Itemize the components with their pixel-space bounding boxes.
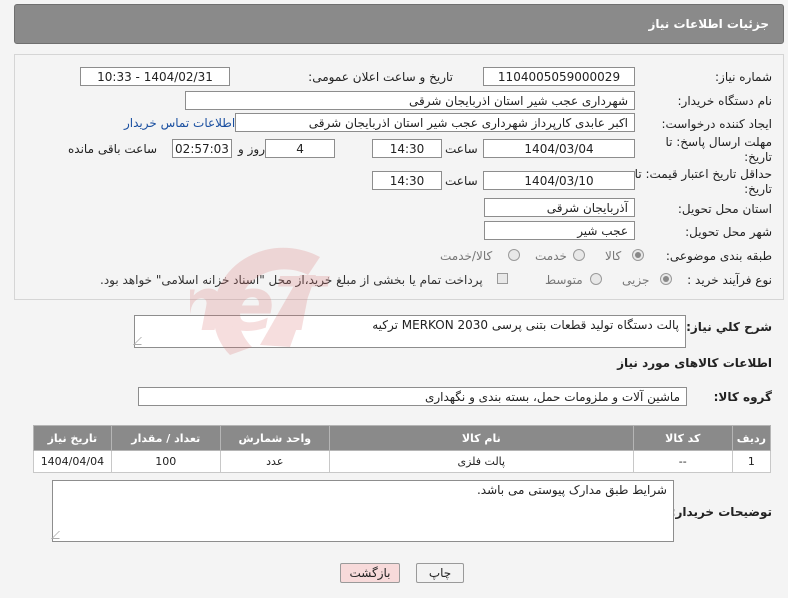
cell-unit: عدد [219, 450, 330, 473]
city-field: عجب شیر [484, 221, 635, 240]
cell-date: 1404/04/04 [33, 450, 112, 473]
validity-date-field: 1404/03/10 [483, 171, 635, 190]
page-title: جزئیات اطلاعات نیاز [648, 17, 769, 31]
announce-label: تاریخ و ساعت اعلان عمومی: [308, 70, 453, 84]
validity-label: حداقل تاریخ اعتبار قیمت: تا تاریخ: [634, 167, 772, 196]
goods-group-field: ماشین آلات و ملزومات حمل، بسته بندی و نگ… [138, 387, 687, 406]
province-field: آذربایجان شرقی [484, 198, 635, 217]
buyer-notes-textarea[interactable]: شرایط طبق مدارک پیوستی می باشد. [51, 480, 674, 542]
goods-group-label: گروه کالا: [713, 390, 772, 404]
col-unit: واحد شمارش [219, 425, 330, 451]
goods-table-header: ردیف کد کالا نام کالا واحد شمارش تعداد /… [33, 425, 772, 451]
col-code: کد کالا [632, 425, 733, 451]
col-name: نام کالا [328, 425, 634, 451]
col-qty: تعداد / مقدار [110, 425, 221, 451]
col-date: تاریخ نیاز [33, 425, 112, 451]
remaining-time-label: ساعت باقی مانده [68, 142, 158, 156]
description-label: شرح کلي نياز: [686, 320, 772, 334]
cell-qty: 100 [110, 450, 221, 473]
city-label: شهر محل تحویل: [685, 225, 772, 239]
buyer-contact-link[interactable]: اطلاعات تماس خریدار [124, 116, 235, 130]
category-both-radio[interactable] [508, 249, 520, 261]
back-button[interactable]: بازگشت [340, 563, 400, 583]
table-row: 1 -- پالت فلزی عدد 100 1404/04/04 [33, 450, 772, 473]
cell-name: پالت فلزی [328, 450, 634, 473]
description-textarea[interactable]: پالت دستگاه تولید قطعات بتنی پرسی MERKON… [133, 315, 686, 348]
process-medium-radio[interactable] [590, 273, 602, 285]
goods-table: ردیف کد کالا نام کالا واحد شمارش تعداد /… [33, 425, 772, 473]
buyer-notes-text: شرایط طبق مدارک پیوستی می باشد. [476, 483, 667, 497]
cell-row: 1 [731, 450, 772, 473]
validity-time-field: 14:30 [372, 171, 442, 190]
description-text: پالت دستگاه تولید قطعات بتنی پرسی MERKON… [372, 318, 679, 332]
creator-field: اکبر عابدی کارپرداز شهرداری عجب شیر استا… [235, 113, 635, 132]
goods-section-title: اطلاعات کالاهای مورد نیاز [617, 356, 772, 370]
process-medium-label: متوسط [545, 273, 583, 287]
buyer-org-label: نام دستگاه خریدار: [677, 94, 773, 108]
deadline-label: مهلت ارسال پاسخ: تا تاریخ: [665, 135, 772, 164]
resize-grip[interactable] [51, 531, 67, 539]
deadline-time-field: 14:30 [372, 139, 442, 158]
province-label: استان محل تحویل: [677, 202, 772, 216]
deadline-time-label: ساعت [445, 142, 478, 156]
buyer-org-field: شهرداری عجب شیر استان اذربایجان شرقی [185, 91, 635, 110]
category-service-label: خدمت [535, 249, 567, 263]
process-minor-label: جزیی [622, 273, 650, 287]
remaining-time-field: 02:57:03 [172, 139, 232, 158]
treasury-payment-note: پرداخت تمام یا بخشی از مبلغ خرید،از محل … [100, 273, 483, 287]
need-number-field: 1104005059000029 [483, 67, 635, 86]
deadline-date-field: 1404/03/04 [483, 139, 635, 158]
page-header: جزئیات اطلاعات نیاز [14, 4, 784, 44]
category-label: طبقه بندی موضوعی: [665, 249, 772, 263]
creator-label: ایجاد کننده درخواست: [661, 117, 772, 131]
days-label: روز و [238, 142, 265, 156]
process-minor-radio[interactable] [660, 273, 672, 285]
resize-grip[interactable] [133, 337, 149, 345]
validity-time-label: ساعت [445, 174, 478, 188]
buyer-notes-label: توضیحات خریدار: [670, 505, 772, 519]
category-goods-label: کالا [605, 249, 622, 263]
cell-code: -- [632, 450, 733, 473]
announce-field: 1404/02/31 - 10:33 [80, 67, 230, 86]
print-button[interactable]: چاپ [416, 563, 464, 583]
col-row: ردیف [731, 425, 772, 451]
category-both-label: کالا/خدمت [440, 249, 493, 263]
category-goods-radio[interactable] [632, 249, 644, 261]
treasury-payment-checkbox[interactable] [497, 273, 508, 284]
days-remaining-field: 4 [265, 139, 335, 158]
need-number-label: شماره نیاز: [715, 70, 772, 84]
category-service-radio[interactable] [573, 249, 585, 261]
process-label: نوع فرآیند خرید : [687, 273, 772, 287]
